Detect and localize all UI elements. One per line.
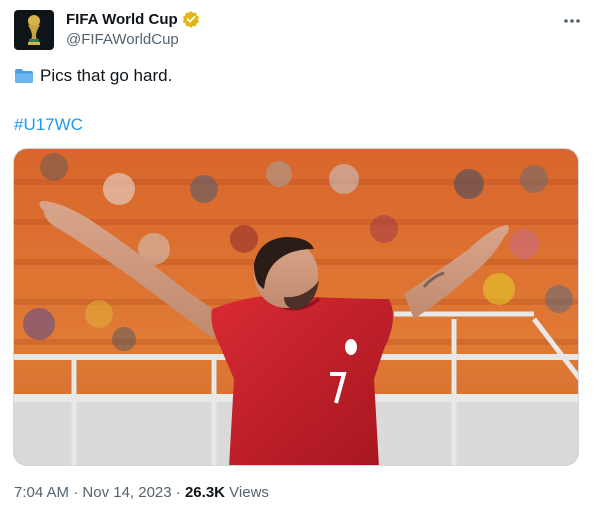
meta-separator-2: · [171,484,185,501]
views-count[interactable]: 26.3K [185,484,225,501]
more-options-button[interactable] [559,8,585,34]
tweet-date[interactable]: Nov 14, 2023 [82,484,171,501]
avatar[interactable] [14,10,54,50]
folder-icon [15,69,33,83]
tweet-meta: 7:04 AM · Nov 14, 2023 · 26.3K Views [14,484,269,501]
fifa-world-cup-logo-icon [28,15,40,45]
views-label: Views [229,484,269,501]
tweet-photo[interactable] [13,148,579,466]
author-name-row[interactable]: FIFA World Cup [66,10,200,28]
author-handle[interactable]: @FIFAWorldCup [66,31,179,48]
tweet-text: Pics that go hard. [14,66,172,86]
display-name[interactable]: FIFA World Cup [66,11,178,28]
celebrating-player-photo [14,149,578,465]
verified-badge-icon [182,10,199,28]
meta-separator: · [69,484,83,501]
hashtag-link[interactable]: #U17WC [14,115,83,135]
tweet-text-content: Pics that go hard. [40,66,173,85]
more-horizontal-icon [564,19,580,23]
tweet-time[interactable]: 7:04 AM [14,484,69,501]
